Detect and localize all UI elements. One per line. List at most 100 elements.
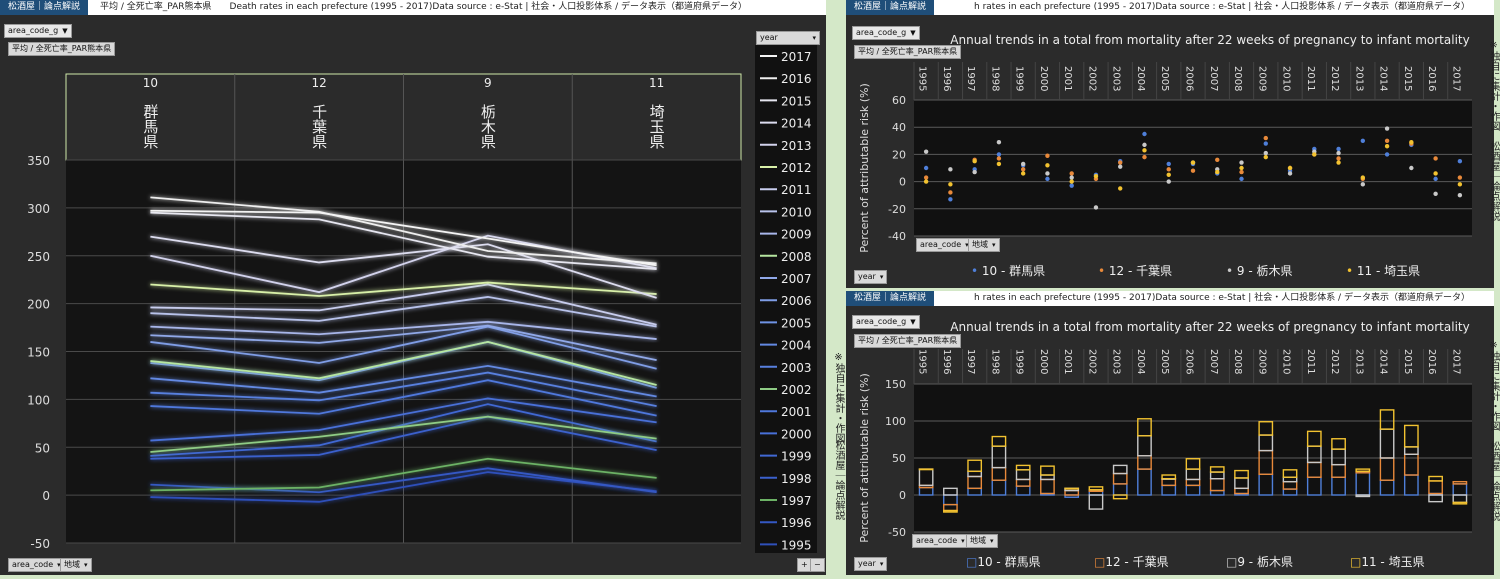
legend-label: 2001	[781, 405, 812, 419]
data-point	[1142, 142, 1147, 148]
y-tick-label: 0	[899, 489, 906, 502]
x-tick-label: 2007	[1208, 349, 1219, 374]
rt-year-button[interactable]: year ▾	[854, 270, 888, 284]
legend-label: 1997	[781, 494, 812, 508]
left-side-credit-2: 松酒屋｜論点解説	[833, 440, 844, 520]
y-tick-label: 300	[27, 202, 50, 216]
rb-legend-label: 12 - 千葉県	[1105, 555, 1169, 569]
left-line-chart: 10 群馬県 12 千葉県 9 栃木県 11 埼玉県 -50 0 50 100 150 200 250 300…	[27, 45, 817, 553]
x-tick-label: 2017	[1450, 66, 1461, 91]
legend-label: 2014	[781, 117, 812, 131]
rt-area-code-button[interactable]: area_code ▾	[916, 238, 973, 252]
x-tick-label: 2007	[1208, 66, 1219, 91]
chart-title: Annual trends in a total from mortality …	[950, 320, 1469, 334]
x-tick-label: 1995	[917, 349, 928, 374]
data-point	[1069, 183, 1074, 188]
left-area-code-button[interactable]: area_code ▾	[8, 558, 65, 572]
data-point	[1336, 156, 1341, 161]
rt-side-credit: ※独自に集計・作図 松酒屋｜論点解説	[1488, 40, 1499, 221]
x-tick-label: 2002	[1086, 349, 1097, 374]
data-point	[1409, 139, 1414, 145]
data-point	[1263, 135, 1268, 141]
x-tick-label: 2004	[1135, 349, 1146, 374]
legend-label: 2008	[781, 250, 812, 264]
legend-label: 2003	[781, 361, 812, 375]
y-tick-label: 60	[892, 94, 906, 107]
rt-region-label: 地域	[972, 240, 988, 249]
legend-label: 2002	[781, 383, 812, 397]
y-tick-label: 100	[27, 393, 50, 407]
data-point	[1384, 138, 1390, 143]
legend-label: 2009	[781, 228, 812, 242]
rb-year-label: year	[858, 559, 876, 568]
rb-region-button[interactable]: 地域 ▾	[966, 534, 998, 548]
rb-year-button[interactable]: year ▾	[854, 557, 888, 571]
rt-area-code-label: area_code	[920, 240, 962, 249]
left-region-button[interactable]: 地域 ▾	[60, 558, 92, 572]
x-tick-label: 2015	[1402, 349, 1413, 374]
y-tick-label: 150	[885, 378, 906, 391]
x-tick-label: 2003	[1111, 66, 1122, 91]
zoom-out-button[interactable]: −	[810, 558, 825, 572]
data-point	[1239, 176, 1244, 182]
rb-legend-item: □11 - 埼玉県	[1350, 553, 1425, 570]
data-point	[1118, 186, 1123, 191]
data-point	[948, 197, 953, 202]
chevron-down-icon: ▾	[879, 560, 884, 568]
x-tick-label: 2014	[1378, 349, 1389, 374]
data-point	[1093, 205, 1099, 210]
legend-label: 2006	[781, 294, 812, 308]
chevron-down-icon: ▾	[84, 561, 88, 569]
plus-icon: +	[801, 560, 808, 569]
rb-legend-item: □12 - 千葉県	[1094, 553, 1169, 570]
rb-area-code-button[interactable]: area_code ▾	[912, 534, 969, 548]
data-point	[1457, 193, 1463, 198]
data-point	[1360, 138, 1366, 143]
bar-segment	[918, 468, 934, 471]
y-tick-label: -50	[888, 526, 906, 539]
rb-side-credit: ※独自に集計・作図 松酒屋｜論点解説	[1488, 340, 1499, 521]
right-bottom-panel: 松酒屋｜論点解説 h rates in each prefecture (1995…	[846, 291, 1494, 575]
x-tick-label: 2008	[1232, 349, 1243, 374]
dot-icon: •	[1226, 264, 1234, 278]
rt-year-label: year	[858, 272, 876, 281]
data-point	[996, 161, 1002, 167]
data-point	[1287, 171, 1293, 176]
x-tick-label: 2009	[1256, 66, 1267, 91]
data-point	[923, 149, 929, 154]
rt-region-button[interactable]: 地域 ▾	[968, 238, 1000, 252]
x-tick-label: 2008	[1232, 66, 1243, 91]
square-icon: □	[966, 555, 978, 569]
data-point	[1457, 182, 1463, 187]
y-tick-label: 250	[27, 250, 50, 264]
x-tick-label: 2005	[1159, 349, 1170, 374]
data-point	[1069, 179, 1074, 184]
data-point	[948, 167, 953, 172]
data-point	[1384, 144, 1390, 149]
left-area-code-label: area_code	[12, 560, 54, 569]
data-point	[1166, 179, 1171, 184]
data-point	[923, 165, 929, 171]
data-point	[1045, 176, 1050, 182]
category-name-label: 栃木県	[479, 104, 497, 149]
category-code-label: 10	[143, 76, 158, 90]
rt-legend-label: 11 - 埼玉県	[1356, 264, 1421, 278]
legend-label: 2007	[781, 272, 812, 286]
left-region-label: 地域	[64, 560, 80, 569]
legend-label: 1996	[781, 516, 812, 530]
x-tick-label: 2016	[1426, 349, 1437, 374]
y-tick-label: -40	[888, 230, 906, 243]
y-tick-label: 20	[892, 148, 906, 161]
x-tick-label: 2013	[1353, 349, 1364, 374]
dot-icon: •	[1346, 264, 1354, 278]
data-point	[1287, 165, 1293, 171]
data-point	[1384, 152, 1390, 157]
x-tick-label: 1999	[1014, 66, 1025, 91]
rb-legend-label: 10 - 群馬県	[977, 555, 1041, 569]
y-tick-label: 100	[885, 415, 906, 428]
data-point	[1045, 153, 1050, 158]
chevron-down-icon: ▾	[961, 537, 965, 545]
rt-legend-label: 10 - 群馬県	[981, 264, 1046, 278]
y-tick-label: 50	[892, 452, 906, 465]
legend-label: 1998	[781, 472, 812, 486]
